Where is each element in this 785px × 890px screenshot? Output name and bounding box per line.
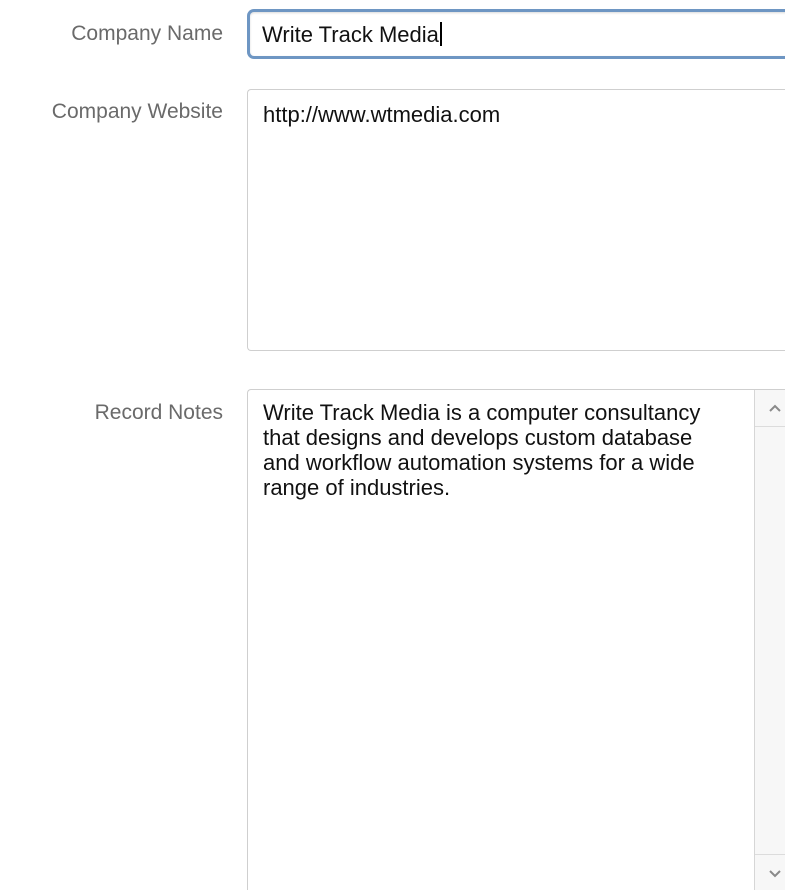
record-notes-label: Record Notes	[94, 401, 223, 424]
record-notes-value: Write Track Media is a computer consulta…	[263, 400, 701, 500]
company-record-form: Company Name Write Track Media Company W…	[0, 0, 785, 890]
company-name-value: Write Track Media	[262, 22, 439, 47]
notes-scrollbar[interactable]	[754, 390, 785, 890]
company-website-label: Company Website	[51, 100, 223, 123]
record-notes-textarea[interactable]: Write Track Media is a computer consulta…	[247, 389, 785, 890]
scroll-down-button[interactable]	[755, 854, 785, 890]
company-website-value: http://www.wtmedia.com	[263, 102, 501, 127]
company-website-textarea[interactable]: http://www.wtmedia.com	[247, 89, 785, 351]
chevron-down-icon	[768, 869, 782, 878]
scroll-up-button[interactable]	[755, 390, 785, 427]
company-name-input[interactable]: Write Track Media	[247, 9, 785, 59]
text-caret	[439, 22, 442, 46]
company-name-label: Company Name	[71, 22, 223, 45]
chevron-up-icon	[768, 404, 782, 413]
